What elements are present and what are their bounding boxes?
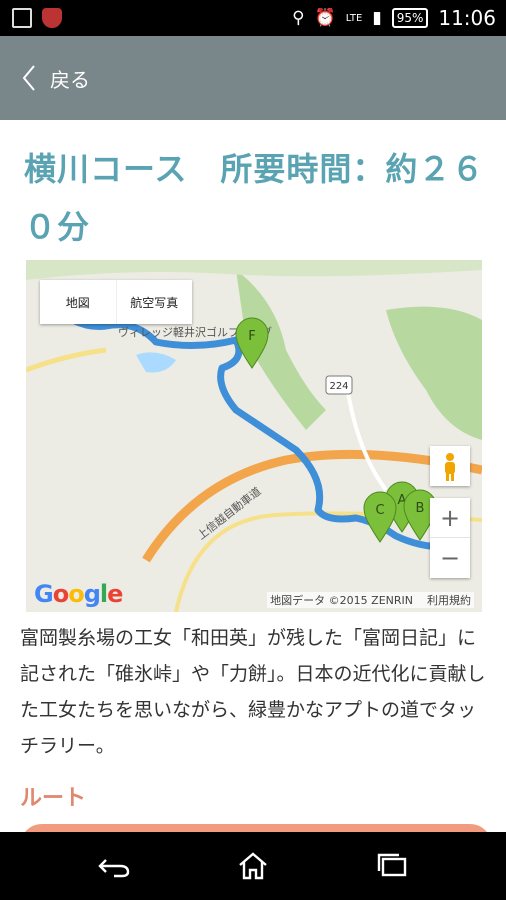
map-attribution: 地図データ ©2015 ZENRIN 利用規約 xyxy=(267,592,474,608)
course-detail: 横川コース 所要時間：約２６０分 224 上信越自動車道 ヴィレッジ軽井沢ゴルフ… xyxy=(0,120,506,832)
system-nav-bar xyxy=(0,832,506,900)
security-notification-icon xyxy=(42,8,62,28)
map-type-toggle: 地図 航空写真 xyxy=(40,280,192,324)
map-data-credit: 地図データ ©2015 ZENRIN xyxy=(270,594,413,607)
back-arrow-icon xyxy=(98,859,130,878)
zoom-in-button[interactable]: + xyxy=(430,498,470,538)
zoom-controls: + − xyxy=(430,498,470,578)
alarm-icon: ⏰ xyxy=(314,8,336,28)
location-icon: ⚲ xyxy=(292,8,305,28)
chevron-left-icon xyxy=(22,65,35,91)
marker-label-f: F xyxy=(248,329,255,344)
map-type-map-button[interactable]: 地図 xyxy=(40,280,117,324)
signal-icon: ▮ xyxy=(372,8,382,28)
page-title: 横川コース 所要時間：約２６０分 xyxy=(24,150,485,246)
course-map[interactable]: 224 上信越自動車道 ヴィレッジ軽井沢ゴルフクラブ F A B C 地図 航空… xyxy=(26,260,482,612)
battery-indicator: 95% xyxy=(391,8,429,28)
gallery-notification-icon xyxy=(12,8,32,28)
nav-recents-button[interactable] xyxy=(373,850,413,882)
street-view-pegman[interactable] xyxy=(430,446,470,486)
terms-link[interactable]: 利用規約 xyxy=(427,592,471,608)
course-description: 富岡製糸場の工女「和田英」が残した「富岡日記」に記された「碓氷峠」や「力餅」。日… xyxy=(20,627,486,757)
nav-back-button[interactable] xyxy=(94,850,134,882)
google-logo: Google xyxy=(34,580,123,608)
recent-apps-icon xyxy=(377,853,407,877)
road-number: 224 xyxy=(329,381,348,392)
zoom-out-button[interactable]: − xyxy=(430,538,470,578)
marker-label-c: C xyxy=(375,503,384,518)
route-card[interactable] xyxy=(20,824,492,832)
back-button[interactable]: 戻る xyxy=(22,62,90,94)
home-icon xyxy=(239,852,267,880)
nav-home-button[interactable] xyxy=(233,850,273,882)
network-label: LTE xyxy=(345,12,363,24)
map-type-satellite-button[interactable]: 航空写真 xyxy=(117,280,193,324)
clock: 11:06 xyxy=(438,6,496,30)
marker-label-b: B xyxy=(416,501,425,516)
app-bar: 戻る xyxy=(0,36,506,120)
pegman-icon xyxy=(445,453,455,481)
back-label: 戻る xyxy=(50,67,90,92)
route-heading: ルート xyxy=(20,786,87,811)
status-bar: ⚲ ⏰ LTE ▮ 95% 11:06 xyxy=(0,0,506,36)
